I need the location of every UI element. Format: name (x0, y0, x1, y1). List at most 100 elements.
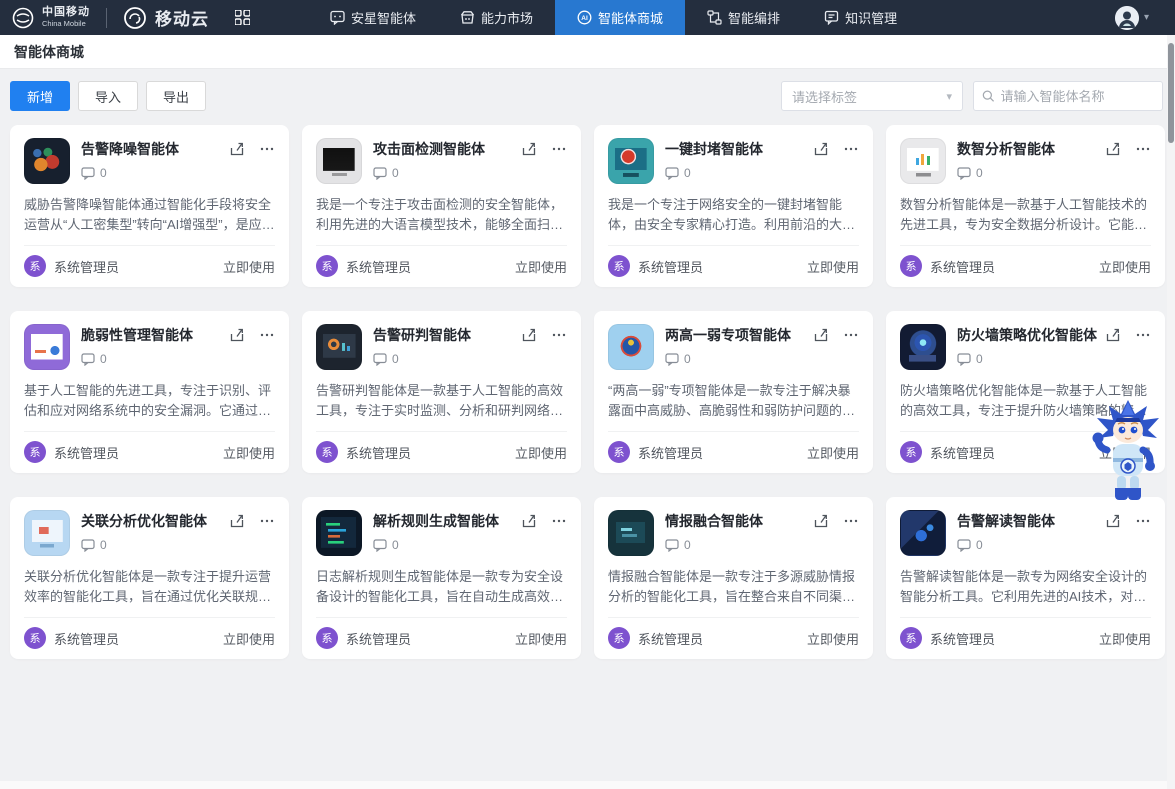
use-now-link[interactable]: 立即使用 (515, 443, 567, 462)
agent-card[interactable]: 告警降噪智能体 0 (10, 125, 289, 287)
more-button[interactable] (843, 327, 859, 370)
card-description: 情报融合智能体是一款专注于多源威胁情报分析的智能化工具，旨在整合来自不同渠道的情… (608, 567, 859, 607)
more-button[interactable] (1135, 141, 1151, 184)
vertical-scrollbar-thumb[interactable] (1168, 43, 1174, 143)
use-now-link[interactable]: 立即使用 (1099, 629, 1151, 648)
comments-count: 0 (665, 352, 813, 366)
assistant-mascot[interactable] (1091, 398, 1165, 500)
share-button[interactable] (813, 513, 829, 556)
share-icon (1105, 141, 1121, 157)
more-button[interactable] (1135, 327, 1151, 370)
two-high-one-weak-thumb (608, 324, 654, 370)
owner-avatar: 系 (316, 627, 338, 649)
agent-card-grid: 告警降噪智能体 0 (0, 111, 1175, 659)
use-now-link[interactable]: 立即使用 (223, 443, 275, 462)
search-input[interactable] (1001, 89, 1155, 104)
agent-card[interactable]: 一键封堵智能体 0 (594, 125, 873, 287)
alert-triage-thumb (316, 324, 362, 370)
agent-card[interactable]: 解析规则生成智能体 0 (302, 497, 581, 659)
use-now-link[interactable]: 立即使用 (223, 629, 275, 648)
export-button[interactable]: 导出 (146, 81, 206, 111)
comment-icon (81, 353, 95, 366)
card-title: 防火墙策略优化智能体 (957, 325, 1105, 345)
vertical-scrollbar[interactable] (1167, 35, 1175, 789)
more-button[interactable] (551, 327, 567, 370)
agent-card[interactable]: 攻击面检测智能体 0 (302, 125, 581, 287)
owner-avatar: 系 (24, 255, 46, 277)
more-button[interactable] (551, 513, 567, 556)
alert-noise-reduction-thumb (24, 138, 70, 184)
parse-rule-generation-thumb (316, 510, 362, 556)
comment-icon (957, 167, 971, 180)
use-now-link[interactable]: 立即使用 (807, 629, 859, 648)
nav-item-capability-market[interactable]: 能力市场 (438, 0, 555, 35)
alert-interpretation-thumb (900, 510, 946, 556)
owner-name: 系统管理员 (346, 443, 411, 462)
user-avatar[interactable] (1115, 6, 1139, 30)
card-description: 告警解读智能体是一款专为网络安全设计的智能分析工具。它利用先进的AI技术，对设备… (900, 567, 1151, 607)
agent-card[interactable]: 脆弱性管理智能体 0 (10, 311, 289, 473)
comments-value: 0 (976, 352, 983, 366)
share-button[interactable] (229, 141, 245, 184)
agent-card[interactable]: 数智分析智能体 0 (886, 125, 1165, 287)
main-nav: 安星智能体 能力市场 AI 智能体商城 智能编排 (308, 0, 919, 35)
nav-item-knowledge-mgmt[interactable]: 知识管理 (802, 0, 919, 35)
use-now-link[interactable]: 立即使用 (1099, 257, 1151, 276)
share-button[interactable] (813, 141, 829, 184)
one-click-block-thumb (608, 138, 654, 184)
use-now-link[interactable]: 立即使用 (223, 257, 275, 276)
share-button[interactable] (521, 513, 537, 556)
nav-item-agent-store[interactable]: AI 智能体商城 (555, 0, 685, 35)
comments-count: 0 (373, 166, 521, 180)
share-icon (813, 513, 829, 529)
agent-card[interactable]: 关联分析优化智能体 0 (10, 497, 289, 659)
person-icon (1115, 6, 1139, 30)
ellipsis-icon (259, 327, 275, 343)
use-now-link[interactable]: 立即使用 (515, 629, 567, 648)
ellipsis-icon (259, 141, 275, 157)
knowledge-mgmt-icon (824, 10, 839, 25)
use-now-link[interactable]: 立即使用 (515, 257, 567, 276)
more-button[interactable] (259, 513, 275, 556)
import-button[interactable]: 导入 (78, 81, 138, 111)
more-button[interactable] (259, 141, 275, 184)
share-button[interactable] (1105, 327, 1121, 370)
apps-grid-button[interactable] (225, 0, 260, 35)
mobile-cloud-logo-icon (123, 6, 147, 30)
comments-count: 0 (373, 352, 521, 366)
ellipsis-icon (843, 327, 859, 343)
tag-select[interactable]: 请选择标签 ▾ (781, 81, 963, 111)
mobile-cloud-wordmark: 移动云 (155, 5, 209, 30)
share-button[interactable] (1105, 141, 1121, 184)
share-button[interactable] (813, 327, 829, 370)
card-title: 解析规则生成智能体 (373, 511, 521, 531)
ellipsis-icon (551, 327, 567, 343)
use-now-link[interactable]: 立即使用 (807, 257, 859, 276)
add-button[interactable]: 新增 (10, 81, 70, 111)
capability-market-icon (460, 10, 475, 25)
nav-item-anxing-agent[interactable]: 安星智能体 (308, 0, 438, 35)
share-button[interactable] (521, 141, 537, 184)
nav-item-orchestration[interactable]: 智能编排 (685, 0, 802, 35)
more-button[interactable] (1135, 513, 1151, 556)
use-now-link[interactable]: 立即使用 (807, 443, 859, 462)
agent-card[interactable]: 告警研判智能体 0 (302, 311, 581, 473)
more-button[interactable] (843, 141, 859, 184)
more-button[interactable] (843, 513, 859, 556)
share-icon (521, 327, 537, 343)
share-button[interactable] (1105, 513, 1121, 556)
agent-search (973, 81, 1163, 111)
share-button[interactable] (229, 513, 245, 556)
comments-value: 0 (392, 166, 399, 180)
share-button[interactable] (521, 327, 537, 370)
horizontal-scrollbar[interactable] (0, 781, 1167, 789)
more-button[interactable] (259, 327, 275, 370)
agent-card[interactable]: 情报融合智能体 0 (594, 497, 873, 659)
user-menu[interactable]: ▾ (1115, 0, 1175, 35)
more-button[interactable] (551, 141, 567, 184)
share-button[interactable] (229, 327, 245, 370)
agent-card[interactable]: 告警解读智能体 0 (886, 497, 1165, 659)
agent-card[interactable]: 两高一弱专项智能体 0 (594, 311, 873, 473)
card-title: 脆弱性管理智能体 (81, 325, 229, 345)
owner-initial: 系 (322, 630, 333, 646)
